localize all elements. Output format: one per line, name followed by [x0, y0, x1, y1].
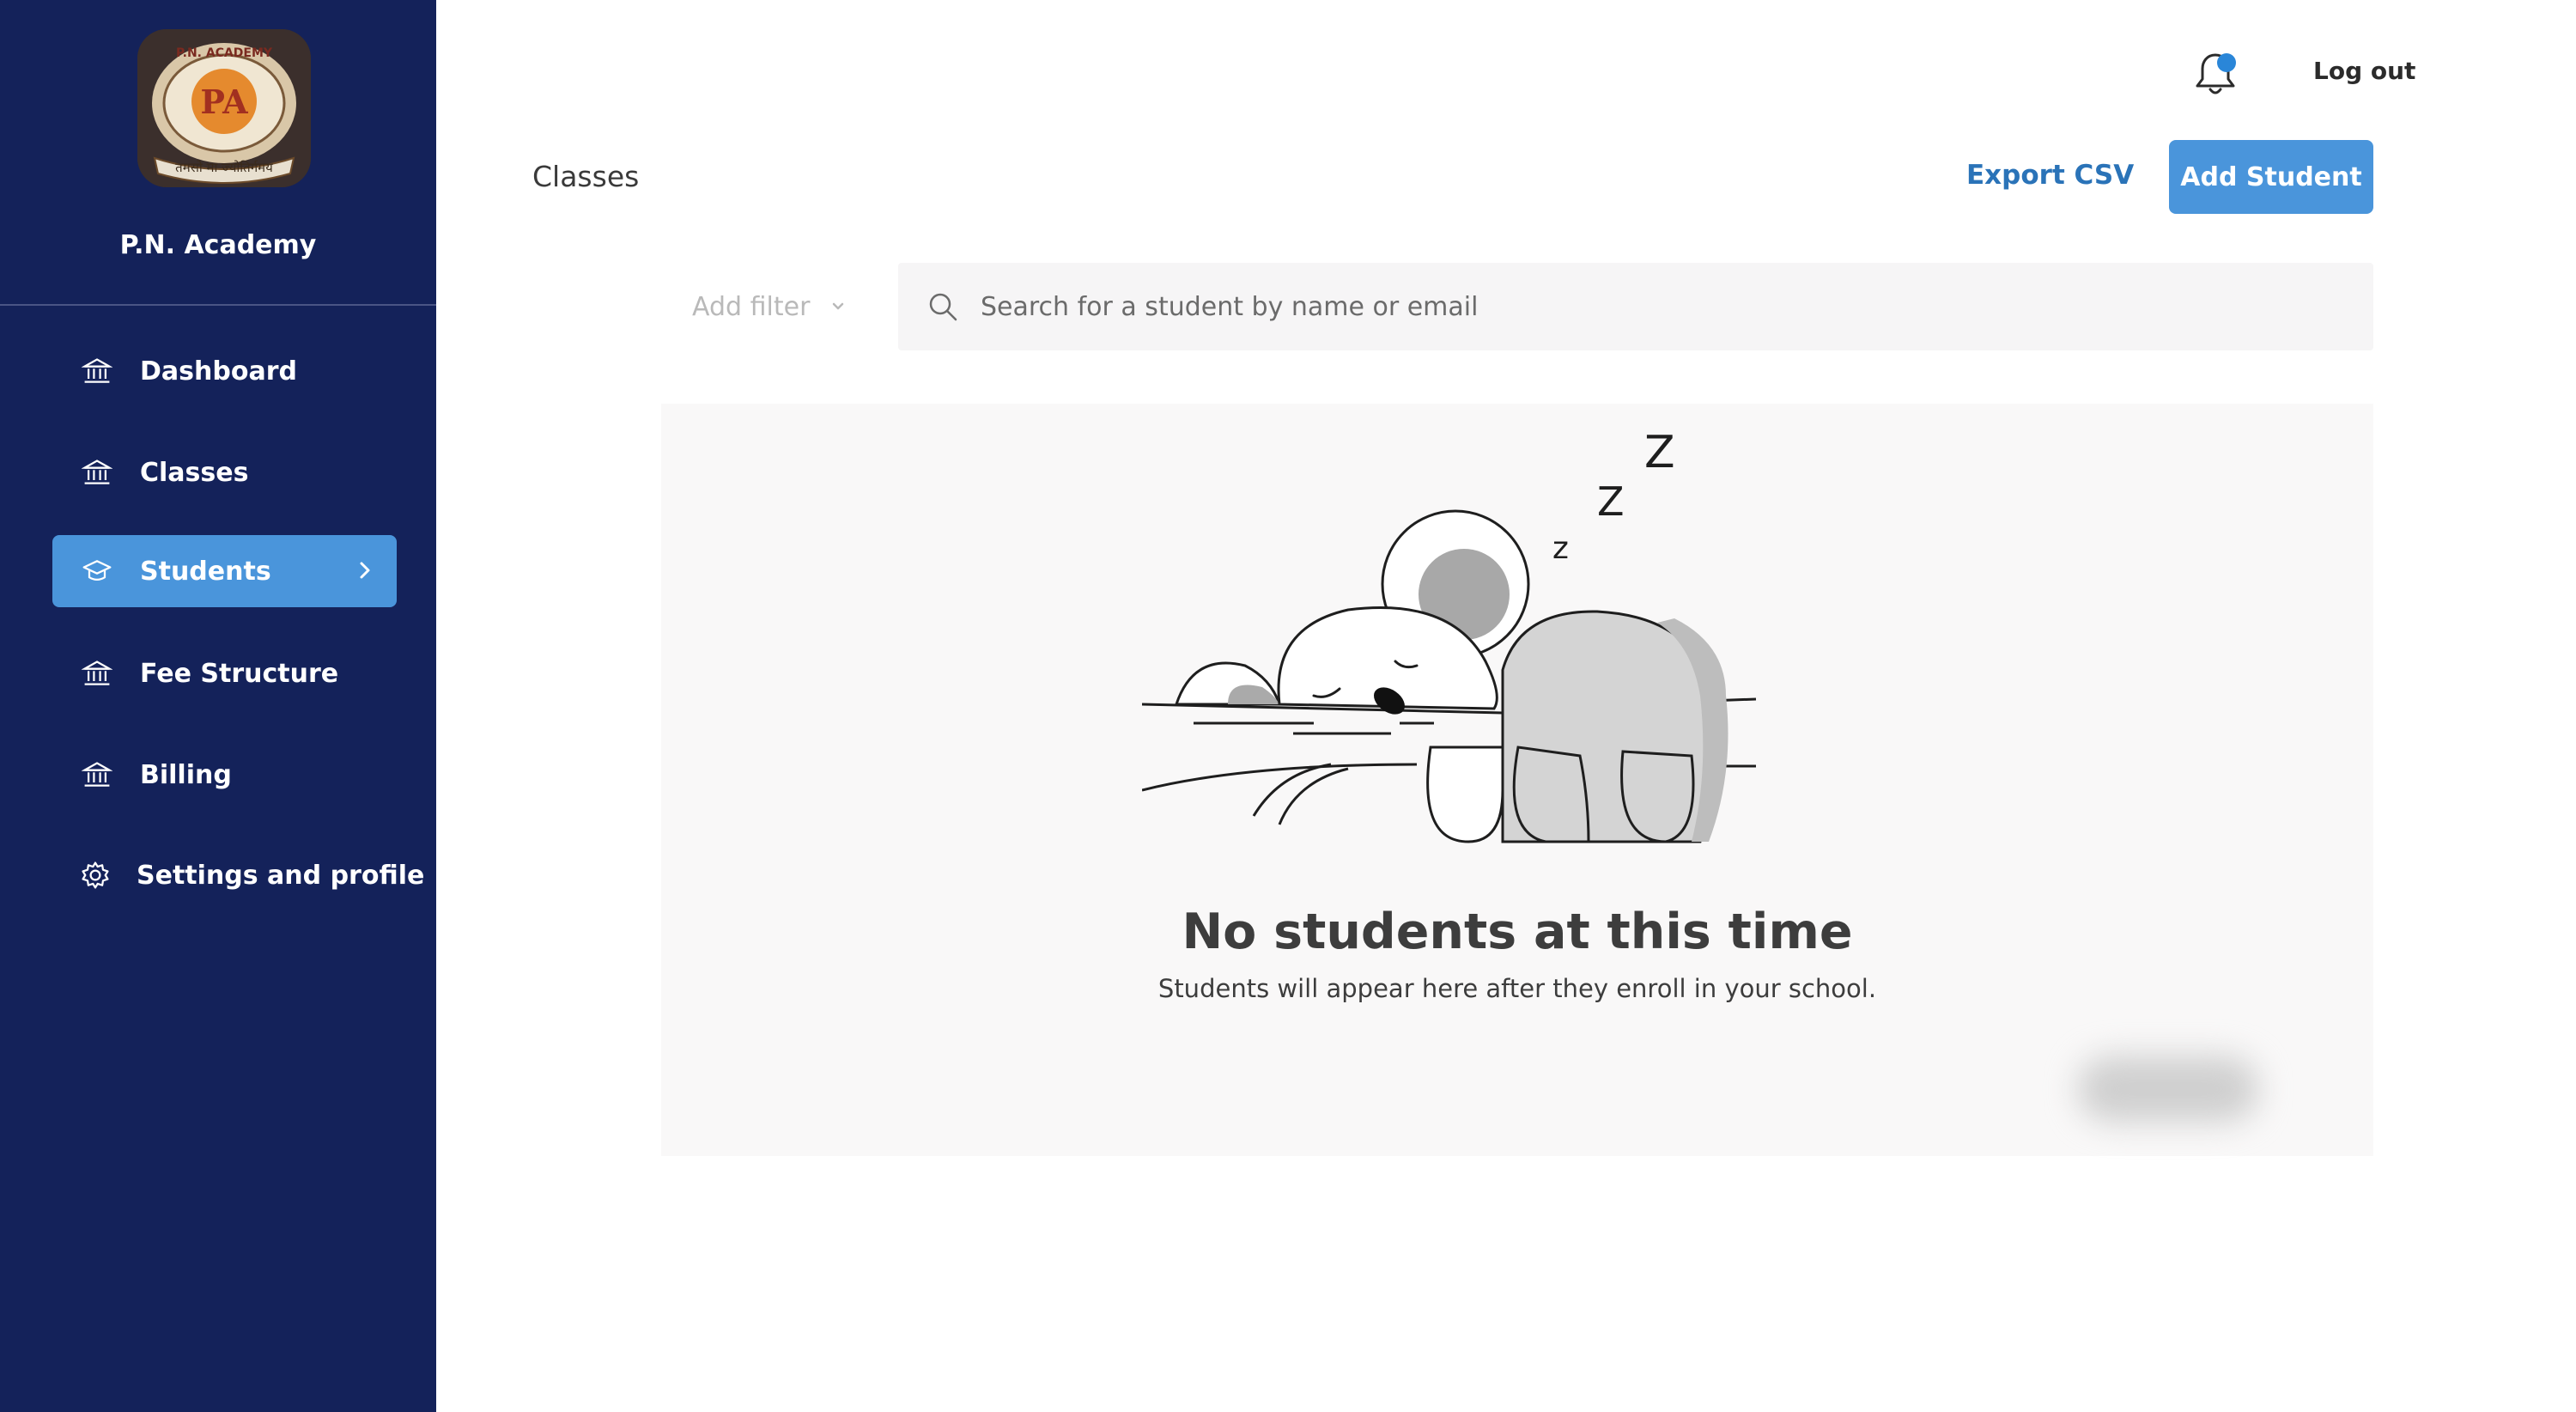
page-title: Classes — [532, 160, 640, 193]
add-filter-label: Add filter — [692, 291, 811, 322]
graduation-cap-icon — [80, 554, 114, 588]
blurred-widget — [2078, 1056, 2258, 1122]
sidebar: PA P.N. ACADEMY तमसो मा ज्योतिर्गमय P.N.… — [0, 0, 436, 1412]
svg-text:Z: Z — [1644, 427, 1675, 478]
empty-state-title: No students at this time — [1182, 904, 1853, 960]
chevron-down-icon — [833, 302, 844, 310]
sidebar-item-billing[interactable]: Billing — [52, 739, 397, 811]
sidebar-item-label: Classes — [140, 457, 249, 488]
org-name: P.N. Academy — [119, 230, 317, 260]
academy-logo-graphic: PA P.N. ACADEMY तमसो मा ज्योतिर्गमय — [137, 29, 311, 187]
sidebar-item-label: Settings and profile — [137, 860, 425, 891]
bank-icon — [80, 455, 114, 490]
svg-text:Z: Z — [1597, 478, 1625, 525]
logout-link[interactable]: Log out — [2313, 57, 2415, 85]
sidebar-item-label: Students — [140, 556, 271, 587]
bank-icon — [80, 656, 114, 691]
bank-icon — [80, 758, 114, 792]
chevron-right-icon — [360, 562, 370, 579]
notification-dot — [2217, 53, 2236, 72]
sidebar-item-label: Fee Structure — [140, 658, 339, 689]
logo-motto: तमसो मा ज्योतिर्गमय — [175, 160, 273, 175]
sidebar-item-dashboard[interactable]: Dashboard — [52, 335, 397, 407]
sidebar-item-label: Billing — [140, 759, 232, 790]
gear-icon — [80, 858, 111, 892]
sidebar-item-label: Dashboard — [140, 356, 297, 386]
search-icon — [929, 293, 957, 321]
logo-monogram: PA — [200, 82, 248, 121]
sleeping-koala-illustration: z Z Z — [1142, 427, 1757, 843]
search-input[interactable] — [981, 291, 2269, 322]
export-csv-button[interactable]: Export CSV — [1966, 160, 2134, 191]
add-filter-dropdown[interactable]: Add filter — [661, 263, 895, 350]
svg-text:z: z — [1552, 531, 1569, 566]
sidebar-item-students[interactable]: Students — [52, 535, 397, 607]
logo-arc-text: P.N. ACADEMY — [176, 46, 273, 60]
add-student-button[interactable]: Add Student — [2169, 140, 2373, 214]
bank-icon — [80, 354, 114, 388]
search-bar — [898, 263, 2373, 350]
sidebar-item-fee-structure[interactable]: Fee Structure — [52, 637, 397, 709]
sidebar-item-classes[interactable]: Classes — [52, 436, 397, 508]
app-root: PA P.N. ACADEMY तमसो मा ज्योतिर्गमय P.N.… — [0, 0, 2576, 1412]
sidebar-divider — [0, 304, 436, 306]
sidebar-item-settings[interactable]: Settings and profile — [52, 839, 424, 911]
academy-logo: PA P.N. ACADEMY तमसो मा ज्योतिर्गमय — [137, 29, 311, 187]
empty-state-subtitle: Students will appear here after they enr… — [1157, 974, 1877, 1003]
